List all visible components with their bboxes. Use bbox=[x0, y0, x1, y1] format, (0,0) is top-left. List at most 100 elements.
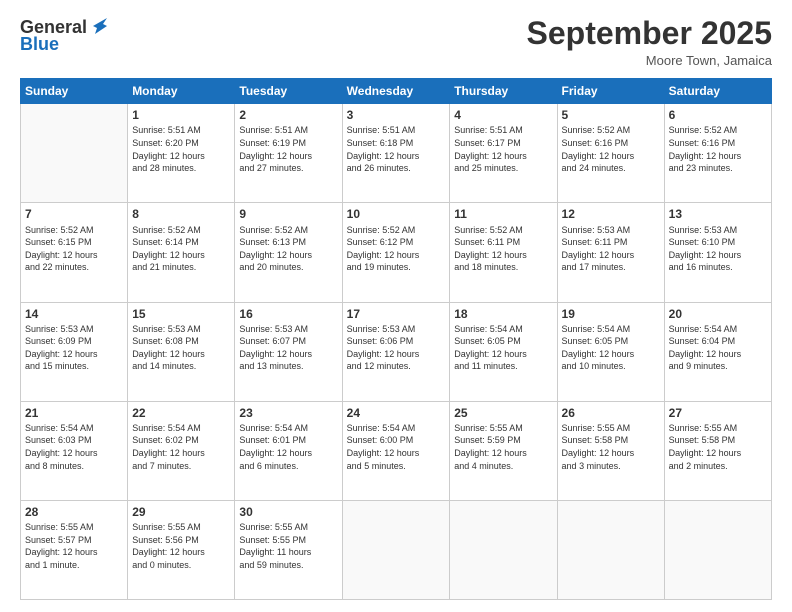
day-number: 12 bbox=[562, 206, 660, 222]
calendar-cell: 20Sunrise: 5:54 AMSunset: 6:04 PMDayligh… bbox=[664, 302, 771, 401]
day-info: Sunrise: 5:53 AMSunset: 6:08 PMDaylight:… bbox=[132, 323, 230, 373]
calendar-week-3: 14Sunrise: 5:53 AMSunset: 6:09 PMDayligh… bbox=[21, 302, 772, 401]
calendar-cell: 12Sunrise: 5:53 AMSunset: 6:11 PMDayligh… bbox=[557, 203, 664, 302]
calendar-cell: 1Sunrise: 5:51 AMSunset: 6:20 PMDaylight… bbox=[128, 104, 235, 203]
day-info: Sunrise: 5:54 AMSunset: 6:01 PMDaylight:… bbox=[239, 422, 337, 472]
calendar-cell: 14Sunrise: 5:53 AMSunset: 6:09 PMDayligh… bbox=[21, 302, 128, 401]
day-number: 7 bbox=[25, 206, 123, 222]
calendar-cell: 19Sunrise: 5:54 AMSunset: 6:05 PMDayligh… bbox=[557, 302, 664, 401]
day-number: 4 bbox=[454, 107, 552, 123]
calendar-cell: 21Sunrise: 5:54 AMSunset: 6:03 PMDayligh… bbox=[21, 401, 128, 500]
calendar-week-4: 21Sunrise: 5:54 AMSunset: 6:03 PMDayligh… bbox=[21, 401, 772, 500]
day-number: 28 bbox=[25, 504, 123, 520]
day-number: 6 bbox=[669, 107, 767, 123]
day-number: 30 bbox=[239, 504, 337, 520]
day-number: 2 bbox=[239, 107, 337, 123]
calendar-week-5: 28Sunrise: 5:55 AMSunset: 5:57 PMDayligh… bbox=[21, 500, 772, 599]
day-info: Sunrise: 5:55 AMSunset: 5:57 PMDaylight:… bbox=[25, 521, 123, 571]
calendar-cell: 10Sunrise: 5:52 AMSunset: 6:12 PMDayligh… bbox=[342, 203, 450, 302]
day-info: Sunrise: 5:51 AMSunset: 6:20 PMDaylight:… bbox=[132, 124, 230, 174]
day-info: Sunrise: 5:54 AMSunset: 6:03 PMDaylight:… bbox=[25, 422, 123, 472]
day-info: Sunrise: 5:55 AMSunset: 5:55 PMDaylight:… bbox=[239, 521, 337, 571]
day-number: 27 bbox=[669, 405, 767, 421]
day-number: 10 bbox=[347, 206, 446, 222]
calendar-cell: 27Sunrise: 5:55 AMSunset: 5:58 PMDayligh… bbox=[664, 401, 771, 500]
day-info: Sunrise: 5:52 AMSunset: 6:16 PMDaylight:… bbox=[669, 124, 767, 174]
weekday-header-friday: Friday bbox=[557, 79, 664, 104]
day-info: Sunrise: 5:52 AMSunset: 6:14 PMDaylight:… bbox=[132, 224, 230, 274]
calendar-cell: 2Sunrise: 5:51 AMSunset: 6:19 PMDaylight… bbox=[235, 104, 342, 203]
calendar-cell bbox=[664, 500, 771, 599]
logo: General Blue bbox=[20, 16, 111, 55]
calendar-cell: 26Sunrise: 5:55 AMSunset: 5:58 PMDayligh… bbox=[557, 401, 664, 500]
day-number: 17 bbox=[347, 306, 446, 322]
day-info: Sunrise: 5:52 AMSunset: 6:15 PMDaylight:… bbox=[25, 224, 123, 274]
day-info: Sunrise: 5:51 AMSunset: 6:19 PMDaylight:… bbox=[239, 124, 337, 174]
calendar-week-2: 7 Sunrise: 5:52 AMSunset: 6:15 PMDaylight… bbox=[21, 203, 772, 302]
title-block: September 2025 Moore Town, Jamaica bbox=[527, 16, 772, 68]
calendar-cell: 25Sunrise: 5:55 AMSunset: 5:59 PMDayligh… bbox=[450, 401, 557, 500]
logo-icon bbox=[89, 16, 111, 38]
calendar-cell: 13Sunrise: 5:53 AMSunset: 6:10 PMDayligh… bbox=[664, 203, 771, 302]
day-number: 1 bbox=[132, 107, 230, 123]
calendar-cell: 4Sunrise: 5:51 AMSunset: 6:17 PMDaylight… bbox=[450, 104, 557, 203]
weekday-header-thursday: Thursday bbox=[450, 79, 557, 104]
day-info: Sunrise: 5:54 AMSunset: 6:00 PMDaylight:… bbox=[347, 422, 446, 472]
calendar-cell: 30Sunrise: 5:55 AMSunset: 5:55 PMDayligh… bbox=[235, 500, 342, 599]
day-info: Sunrise: 5:53 AMSunset: 6:09 PMDaylight:… bbox=[25, 323, 123, 373]
day-number: 8 bbox=[132, 206, 230, 222]
day-number: 24 bbox=[347, 405, 446, 421]
day-number: 29 bbox=[132, 504, 230, 520]
calendar-cell: 29Sunrise: 5:55 AMSunset: 5:56 PMDayligh… bbox=[128, 500, 235, 599]
weekday-header-monday: Monday bbox=[128, 79, 235, 104]
calendar-cell: 16Sunrise: 5:53 AMSunset: 6:07 PMDayligh… bbox=[235, 302, 342, 401]
location-subtitle: Moore Town, Jamaica bbox=[527, 53, 772, 68]
day-info: Sunrise: 5:52 AMSunset: 6:11 PMDaylight:… bbox=[454, 224, 552, 274]
day-info: Sunrise: 5:54 AMSunset: 6:05 PMDaylight:… bbox=[454, 323, 552, 373]
weekday-header-saturday: Saturday bbox=[664, 79, 771, 104]
day-number: 22 bbox=[132, 405, 230, 421]
day-number: 14 bbox=[25, 306, 123, 322]
calendar-cell: 28Sunrise: 5:55 AMSunset: 5:57 PMDayligh… bbox=[21, 500, 128, 599]
day-info: Sunrise: 5:54 AMSunset: 6:02 PMDaylight:… bbox=[132, 422, 230, 472]
day-number: 18 bbox=[454, 306, 552, 322]
day-info: Sunrise: 5:52 AMSunset: 6:13 PMDaylight:… bbox=[239, 224, 337, 274]
calendar-cell: 9 Sunrise: 5:52 AMSunset: 6:13 PMDaylight… bbox=[235, 203, 342, 302]
calendar-cell: 18Sunrise: 5:54 AMSunset: 6:05 PMDayligh… bbox=[450, 302, 557, 401]
day-info: Sunrise: 5:55 AMSunset: 5:58 PMDaylight:… bbox=[562, 422, 660, 472]
day-info: Sunrise: 5:51 AMSunset: 6:17 PMDaylight:… bbox=[454, 124, 552, 174]
calendar-cell bbox=[557, 500, 664, 599]
calendar-week-1: 1Sunrise: 5:51 AMSunset: 6:20 PMDaylight… bbox=[21, 104, 772, 203]
day-number: 23 bbox=[239, 405, 337, 421]
calendar-table: SundayMondayTuesdayWednesdayThursdayFrid… bbox=[20, 78, 772, 600]
day-number: 21 bbox=[25, 405, 123, 421]
day-number: 16 bbox=[239, 306, 337, 322]
calendar-cell: 15Sunrise: 5:53 AMSunset: 6:08 PMDayligh… bbox=[128, 302, 235, 401]
day-number: 26 bbox=[562, 405, 660, 421]
day-number: 20 bbox=[669, 306, 767, 322]
day-info: Sunrise: 5:54 AMSunset: 6:04 PMDaylight:… bbox=[669, 323, 767, 373]
day-number: 15 bbox=[132, 306, 230, 322]
day-info: Sunrise: 5:53 AMSunset: 6:06 PMDaylight:… bbox=[347, 323, 446, 373]
month-title: September 2025 bbox=[527, 16, 772, 51]
calendar-cell: 11 Sunrise: 5:52 AMSunset: 6:11 PMDayligh… bbox=[450, 203, 557, 302]
day-number: 13 bbox=[669, 206, 767, 222]
day-number: 11 bbox=[454, 206, 552, 222]
calendar-cell: 17Sunrise: 5:53 AMSunset: 6:06 PMDayligh… bbox=[342, 302, 450, 401]
page-header: General Blue September 2025 Moore Town, … bbox=[20, 16, 772, 68]
day-info: Sunrise: 5:51 AMSunset: 6:18 PMDaylight:… bbox=[347, 124, 446, 174]
calendar-cell bbox=[342, 500, 450, 599]
day-info: Sunrise: 5:54 AMSunset: 6:05 PMDaylight:… bbox=[562, 323, 660, 373]
day-number: 5 bbox=[562, 107, 660, 123]
calendar-cell: 8 Sunrise: 5:52 AMSunset: 6:14 PMDaylight… bbox=[128, 203, 235, 302]
calendar-cell bbox=[21, 104, 128, 203]
calendar-cell: 6Sunrise: 5:52 AMSunset: 6:16 PMDaylight… bbox=[664, 104, 771, 203]
calendar-cell: 5Sunrise: 5:52 AMSunset: 6:16 PMDaylight… bbox=[557, 104, 664, 203]
day-info: Sunrise: 5:55 AMSunset: 5:59 PMDaylight:… bbox=[454, 422, 552, 472]
weekday-header-wednesday: Wednesday bbox=[342, 79, 450, 104]
calendar-cell: 24Sunrise: 5:54 AMSunset: 6:00 PMDayligh… bbox=[342, 401, 450, 500]
day-number: 3 bbox=[347, 107, 446, 123]
calendar-header-row: SundayMondayTuesdayWednesdayThursdayFrid… bbox=[21, 79, 772, 104]
day-info: Sunrise: 5:53 AMSunset: 6:07 PMDaylight:… bbox=[239, 323, 337, 373]
day-number: 9 bbox=[239, 206, 337, 222]
